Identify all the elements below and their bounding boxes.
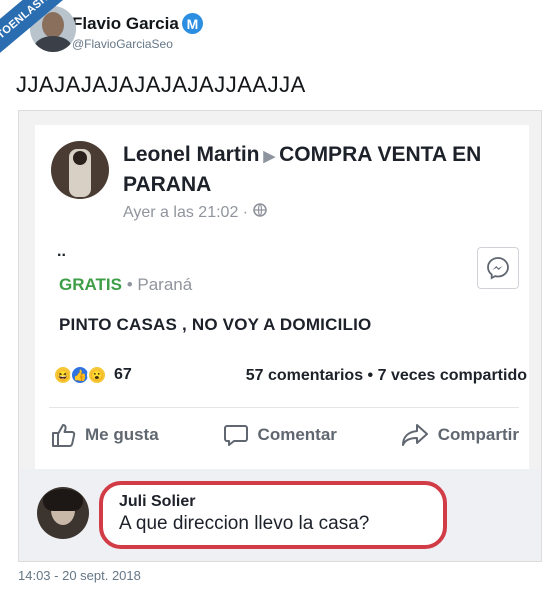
post-actions: Me gusta Comentar Compartir <box>49 421 519 449</box>
separator-dot: · <box>242 204 253 221</box>
fb-post-avatar[interactable] <box>51 141 109 199</box>
comment-bubble: Juli Solier A que direccion llevo la cas… <box>99 481 447 549</box>
tweet-text: JJAJAJAJAJAJAJAJJAAJJA <box>16 72 306 97</box>
comment-author[interactable]: Juli Solier <box>119 493 427 511</box>
comment-section: Juli Solier A que direccion llevo la cas… <box>19 469 541 561</box>
fb-post-time[interactable]: Ayer a las 21:02 <box>123 204 238 221</box>
messenger-icon <box>487 257 509 280</box>
tweet-frame: VISTOENLASREDES Flavio Garcia M @FlavioG… <box>0 0 560 596</box>
comment-icon <box>223 425 248 446</box>
bullet: • <box>126 275 138 294</box>
like-label: Me gusta <box>85 425 159 444</box>
comment-text: A que direccion llevo la casa? <box>119 513 370 534</box>
price-row: GRATIS • Paraná <box>59 275 192 295</box>
comment-avatar[interactable] <box>37 487 89 539</box>
share-icon <box>401 424 428 446</box>
post-dots: .. <box>57 243 66 260</box>
tweet-author-name[interactable]: Flavio Garcia <box>72 14 179 34</box>
verified-icon: M <box>182 13 203 34</box>
price-label: GRATIS <box>59 275 122 294</box>
post-body-text: PINTO CASAS , NO VOY A DOMICILIO <box>59 315 372 334</box>
wow-reaction-icon: 😮 <box>87 365 107 385</box>
tweet-timestamp[interactable]: 14:03 - 20 sept. 2018 <box>18 568 141 583</box>
comment-button[interactable]: Comentar <box>222 421 337 449</box>
thumbs-up-icon <box>52 424 76 447</box>
like-button[interactable]: Me gusta <box>49 421 159 449</box>
globe-icon <box>252 203 267 221</box>
reactions-summary[interactable]: 😆 👍 😮 67 <box>53 365 132 385</box>
fb-post-header: Leonel Martin ▶ COMPRA VENTA EN PARANA <box>123 141 523 199</box>
divider <box>49 407 519 408</box>
fb-post-author[interactable]: Leonel Martin <box>123 143 260 166</box>
share-button[interactable]: Compartir <box>400 421 519 449</box>
triangle-arrow-icon: ▶ <box>263 148 276 165</box>
fb-post-card: Leonel Martin ▶ COMPRA VENTA EN PARANA Aye… <box>35 125 529 469</box>
reaction-count: 67 <box>114 366 132 383</box>
embedded-screenshot: Leonel Martin ▶ COMPRA VENTA EN PARANA Aye… <box>18 110 542 562</box>
share-label: Compartir <box>437 425 519 444</box>
messenger-button[interactable] <box>477 247 519 289</box>
post-stats[interactable]: 57 comentarios • 7 veces compartido <box>246 367 527 385</box>
tweet-author-handle[interactable]: @FlavioGarciaSeo <box>72 37 173 51</box>
fb-post-time-row: Ayer a las 21:02 · <box>123 203 267 222</box>
location-label: Paraná <box>137 275 193 294</box>
comment-label: Comentar <box>257 425 337 444</box>
